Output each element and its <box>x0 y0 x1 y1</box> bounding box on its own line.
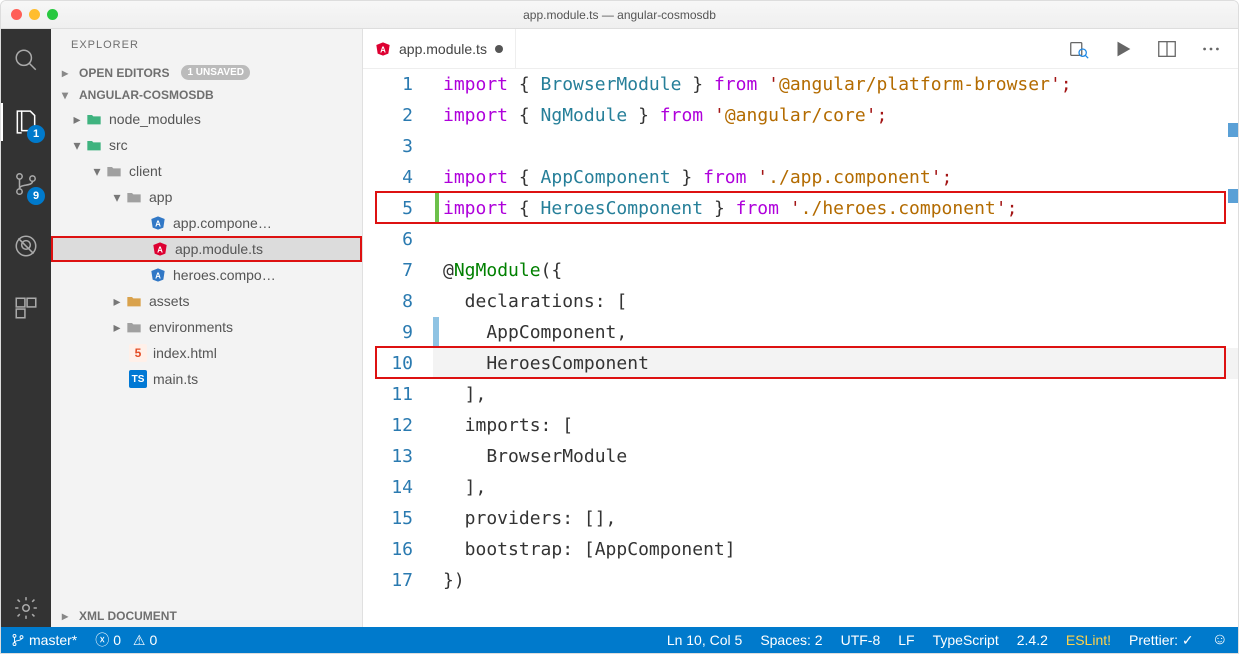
open-editors-label: OPEN EDITORS <box>79 66 169 80</box>
git-branch-status[interactable]: master* <box>11 632 77 648</box>
zoom-button[interactable] <box>47 9 58 20</box>
app-folder[interactable]: ▾app <box>51 184 362 210</box>
node-modules-folder[interactable]: ▸node_modules <box>51 106 362 132</box>
line-gutter: 1234567891011121314151617 <box>363 69 433 627</box>
angular-icon: A <box>150 267 166 283</box>
project-header[interactable]: ▾ANGULAR-COSMOSDB <box>51 84 362 106</box>
svg-text:A: A <box>155 219 161 228</box>
gear-icon <box>13 595 39 621</box>
vscode-window: app.module.ts — angular-cosmosdb 1 9 EXP… <box>0 0 1239 654</box>
dirty-indicator-icon <box>495 45 503 53</box>
file-tree: ▸node_modules ▾src ▾client ▾app Aapp.com… <box>51 106 362 392</box>
open-editors-header[interactable]: ▸OPEN EDITORS1 UNSAVED <box>51 61 362 84</box>
status-bar: master* ⓧ0 ⚠0 Ln 10, Col 5 Spaces: 2 UTF… <box>1 627 1238 653</box>
more-icon[interactable] <box>1200 38 1222 60</box>
split-editor-icon[interactable] <box>1156 38 1178 60</box>
encoding-status[interactable]: UTF-8 <box>841 632 881 648</box>
app-component-file[interactable]: Aapp.compone… <box>51 210 362 236</box>
settings-activity[interactable] <box>1 589 51 627</box>
ts-version-status[interactable]: 2.4.2 <box>1017 632 1048 648</box>
close-button[interactable] <box>11 9 22 20</box>
client-folder[interactable]: ▾client <box>51 158 362 184</box>
minimize-button[interactable] <box>29 9 40 20</box>
minimap-marker <box>1228 123 1238 137</box>
tab-label: app.module.ts <box>399 41 487 57</box>
editor-area: A app.module.ts 123456789101112131415161… <box>363 29 1238 627</box>
cursor-position-status[interactable]: Ln 10, Col 5 <box>667 632 743 648</box>
eol-status[interactable]: LF <box>898 632 914 648</box>
sidebar-title: EXPLORER <box>51 29 362 61</box>
assets-folder[interactable]: ▸assets <box>51 288 362 314</box>
app-module-file[interactable]: Aapp.module.ts <box>51 236 362 262</box>
activity-bar: 1 9 <box>1 29 51 627</box>
editor[interactable]: 1234567891011121314151617 import { Brows… <box>363 69 1238 627</box>
debug-activity[interactable] <box>1 227 51 265</box>
angular-icon: A <box>150 215 166 231</box>
unsaved-badge: 1 UNSAVED <box>181 65 250 80</box>
main-ts-file[interactable]: TSmain.ts <box>51 366 362 392</box>
feedback-icon[interactable]: ☺ <box>1212 631 1228 649</box>
scm-activity[interactable]: 9 <box>1 165 51 203</box>
svg-text:A: A <box>380 45 386 54</box>
find-icon[interactable] <box>1068 38 1090 60</box>
traffic-lights <box>1 9 58 20</box>
tab-app-module[interactable]: A app.module.ts <box>363 29 516 68</box>
angular-icon: A <box>375 41 391 57</box>
tab-bar: A app.module.ts <box>363 29 1238 69</box>
code-content[interactable]: import { BrowserModule } from '@angular/… <box>433 69 1238 627</box>
search-activity[interactable] <box>1 41 51 79</box>
xml-document-header[interactable]: ▸XML DOCUMENT <box>51 605 362 627</box>
environments-folder[interactable]: ▸environments <box>51 314 362 340</box>
branch-icon <box>11 633 25 647</box>
search-icon <box>13 47 39 73</box>
bug-icon <box>13 233 39 259</box>
svg-text:A: A <box>155 271 161 280</box>
src-folder[interactable]: ▾src <box>51 132 362 158</box>
error-icon: ⓧ <box>95 630 109 650</box>
extensions-icon <box>13 295 39 321</box>
minimap-marker <box>1228 189 1238 203</box>
heroes-component-file[interactable]: Aheroes.compo… <box>51 262 362 288</box>
language-status[interactable]: TypeScript <box>933 632 999 648</box>
scm-badge: 9 <box>27 187 45 205</box>
warning-icon: ⚠ <box>133 632 146 649</box>
problems-status[interactable]: ⓧ0 ⚠0 <box>95 630 157 650</box>
typescript-icon: TS <box>129 370 147 388</box>
sidebar: EXPLORER ▸OPEN EDITORS1 UNSAVED ▾ANGULAR… <box>51 29 363 627</box>
titlebar: app.module.ts — angular-cosmosdb <box>1 1 1238 29</box>
eslint-status[interactable]: ESLint! <box>1066 632 1111 648</box>
svg-text:A: A <box>157 245 163 254</box>
explorer-activity[interactable]: 1 <box>1 103 51 141</box>
window-title: app.module.ts — angular-cosmosdb <box>1 8 1238 22</box>
spaces-status[interactable]: Spaces: 2 <box>760 632 822 648</box>
html-icon: 5 <box>129 344 147 362</box>
run-icon[interactable] <box>1112 38 1134 60</box>
project-label: ANGULAR-COSMOSDB <box>79 88 214 102</box>
angular-icon: A <box>152 241 168 257</box>
prettier-status[interactable]: Prettier: ✓ <box>1129 632 1194 649</box>
index-html-file[interactable]: 5index.html <box>51 340 362 366</box>
explorer-badge: 1 <box>27 125 45 143</box>
extensions-activity[interactable] <box>1 289 51 327</box>
